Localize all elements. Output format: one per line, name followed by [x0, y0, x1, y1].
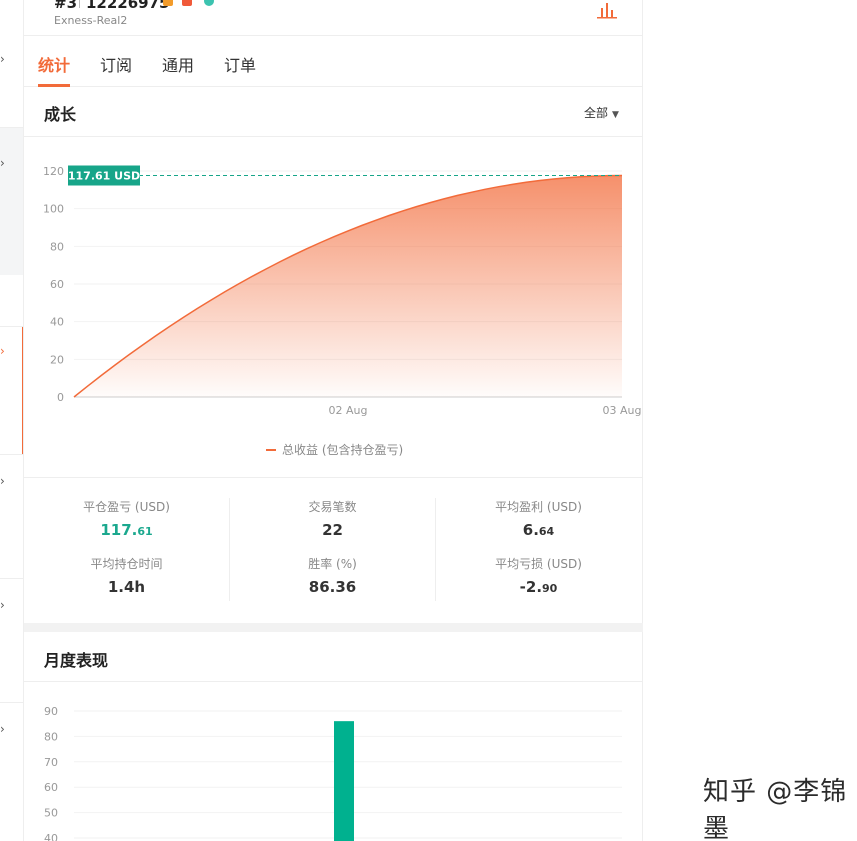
stat-value-avg-hold: 1.4h — [107, 578, 146, 596]
tab-bar: 统计 订阅 通用 订单 — [24, 36, 643, 87]
stat-value-avg-profit: 6.64 — [522, 521, 555, 539]
header-divider — [79, 0, 80, 8]
stat-label-closed-pnl: 平仓盈亏 (USD) — [83, 500, 170, 514]
range-filter-dropdown[interactable]: 全部 ▼ — [584, 104, 619, 121]
stat-label-avg-profit: 平均盈利 (USD) — [495, 500, 582, 514]
list-divider — [0, 454, 23, 455]
y-tick-label: 90 — [44, 705, 58, 718]
chart-button[interactable] — [596, 0, 618, 20]
broker-badge-icon — [182, 0, 192, 6]
range-filter-label: 全部 — [584, 106, 609, 120]
y-tick-label: 120 — [43, 165, 64, 178]
account-id: 12226975 — [86, 0, 170, 12]
caret-down-icon: ▼ — [612, 110, 619, 120]
y-tick-label: 50 — [44, 807, 58, 820]
growth-chart: 0 20 40 60 80 100 120 02 Aug 03 Aug 117.61 USD — [43, 165, 642, 417]
tab-orders[interactable]: 订单 — [224, 52, 256, 76]
stat-value-avg-loss: -2.90 — [519, 578, 558, 596]
account-server: Exness-Real2 — [54, 14, 128, 27]
y-tick-label: 60 — [44, 781, 58, 794]
growth-title: 成长 — [44, 105, 77, 124]
section-gap — [24, 623, 643, 632]
stat-value-trades: 22 — [322, 521, 343, 539]
strategy-detail-panel: #3 12226975 Exness-Real2 统计 订阅 通用 订单 成长 … — [24, 0, 643, 841]
y-tick-label: 0 — [57, 391, 64, 404]
list-divider — [0, 578, 23, 579]
stat-value-win-rate: 86.36 — [308, 578, 357, 596]
y-tick-label: 70 — [44, 756, 58, 769]
y-tick-label: 40 — [50, 316, 64, 329]
left-list-strip: › › › › › › — [0, 0, 24, 841]
tab-subscribe[interactable]: 订阅 — [100, 52, 132, 76]
list-divider — [0, 702, 23, 703]
x-tick-label: 03 Aug — [603, 404, 642, 417]
stats-column: 交易笔数 22 胜率 (%) 86.36 — [230, 498, 435, 612]
stats-grid: 平仓盈亏 (USD) 117.61 平均持仓时间 1.4h 交易笔数 22 胜率… — [24, 478, 643, 623]
x-tick-label: 02 Aug — [329, 404, 368, 417]
y-tick-label: 80 — [44, 730, 58, 743]
stat-label-trades: 交易笔数 — [308, 500, 357, 514]
list-divider — [0, 326, 23, 327]
monthly-chart: 40 50 60 70 80 90 — [44, 705, 622, 841]
current-value-text: 117.61 USD — [68, 170, 140, 183]
stat-label-avg-loss: 平均亏损 (USD) — [495, 557, 582, 571]
stat-value-closed-pnl: 117.61 — [100, 521, 153, 539]
chart-legend[interactable]: 总收益 (包含持仓盈亏) — [266, 441, 403, 458]
tab-statistics[interactable]: 统计 — [38, 52, 70, 76]
verified-badge-icon — [163, 0, 173, 6]
y-tick-label: 100 — [43, 203, 64, 216]
y-tick-label: 40 — [44, 832, 58, 841]
bar-chart-icon — [597, 3, 617, 19]
stat-label-win-rate: 胜率 (%) — [308, 557, 357, 571]
tab-general[interactable]: 通用 — [162, 52, 194, 76]
chevron-right-icon[interactable]: › — [0, 722, 5, 736]
shield-icon — [204, 0, 214, 6]
chevron-right-icon[interactable]: › — [0, 52, 5, 66]
y-tick-label: 80 — [50, 240, 64, 253]
stat-label-avg-hold: 平均持仓时间 — [90, 557, 163, 571]
stats-column: 平均盈利 (USD) 6.64 平均亏损 (USD) -2.90 — [436, 498, 641, 612]
active-tab-indicator — [38, 84, 70, 87]
legend-swatch — [266, 448, 276, 451]
account-header: #3 12226975 Exness-Real2 — [24, 0, 643, 36]
monthly-bar — [334, 721, 354, 841]
legend-label: 总收益 (包含持仓盈亏) — [282, 443, 404, 457]
account-rank: #3 — [54, 0, 78, 12]
stats-column: 平仓盈亏 (USD) 117.61 平均持仓时间 1.4h — [24, 498, 229, 612]
y-tick-label: 20 — [50, 353, 64, 366]
list-item[interactable]: › — [0, 128, 23, 275]
chevron-right-icon: › — [0, 156, 5, 170]
chevron-right-icon[interactable]: › — [0, 474, 5, 488]
monthly-title: 月度表现 — [44, 651, 109, 670]
chevron-right-icon: › — [0, 344, 5, 358]
watermark: 知乎 @李锦墨 — [703, 777, 848, 841]
chevron-right-icon[interactable]: › — [0, 598, 5, 612]
list-item-selected[interactable]: › — [0, 326, 23, 454]
y-tick-label: 60 — [50, 278, 64, 291]
